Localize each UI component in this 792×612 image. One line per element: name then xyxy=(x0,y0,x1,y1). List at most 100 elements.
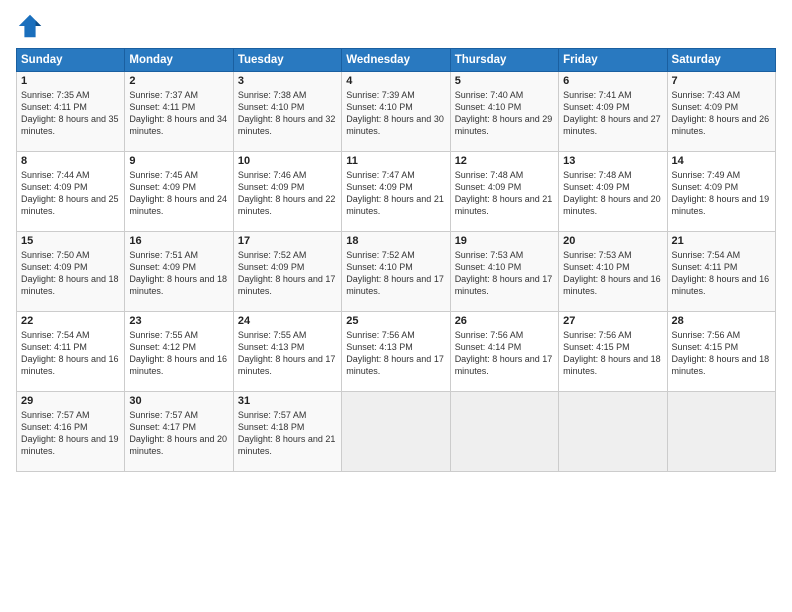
day-cell: 4 Sunrise: 7:39 AMSunset: 4:10 PMDayligh… xyxy=(342,72,450,152)
day-cell: 6 Sunrise: 7:41 AMSunset: 4:09 PMDayligh… xyxy=(559,72,667,152)
day-number: 24 xyxy=(238,315,337,327)
day-number: 14 xyxy=(672,155,771,167)
day-cell: 30 Sunrise: 7:57 AMSunset: 4:17 PMDaylig… xyxy=(125,392,233,472)
day-number: 4 xyxy=(346,75,445,87)
day-cell: 19 Sunrise: 7:53 AMSunset: 4:10 PMDaylig… xyxy=(450,232,558,312)
day-cell: 20 Sunrise: 7:53 AMSunset: 4:10 PMDaylig… xyxy=(559,232,667,312)
day-info: Sunrise: 7:39 AMSunset: 4:10 PMDaylight:… xyxy=(346,90,444,136)
day-cell: 16 Sunrise: 7:51 AMSunset: 4:09 PMDaylig… xyxy=(125,232,233,312)
day-number: 5 xyxy=(455,75,554,87)
day-number: 21 xyxy=(672,235,771,247)
day-cell: 1 Sunrise: 7:35 AMSunset: 4:11 PMDayligh… xyxy=(17,72,125,152)
day-number: 25 xyxy=(346,315,445,327)
day-info: Sunrise: 7:48 AMSunset: 4:09 PMDaylight:… xyxy=(455,170,553,216)
day-number: 13 xyxy=(563,155,662,167)
day-info: Sunrise: 7:56 AMSunset: 4:13 PMDaylight:… xyxy=(346,330,444,376)
day-info: Sunrise: 7:56 AMSunset: 4:15 PMDaylight:… xyxy=(563,330,661,376)
day-info: Sunrise: 7:56 AMSunset: 4:15 PMDaylight:… xyxy=(672,330,770,376)
day-number: 6 xyxy=(563,75,662,87)
day-info: Sunrise: 7:50 AMSunset: 4:09 PMDaylight:… xyxy=(21,250,119,296)
day-number: 19 xyxy=(455,235,554,247)
logo-icon xyxy=(16,12,44,40)
day-number: 22 xyxy=(21,315,120,327)
day-cell: 9 Sunrise: 7:45 AMSunset: 4:09 PMDayligh… xyxy=(125,152,233,232)
day-number: 10 xyxy=(238,155,337,167)
day-info: Sunrise: 7:53 AMSunset: 4:10 PMDaylight:… xyxy=(455,250,553,296)
day-info: Sunrise: 7:57 AMSunset: 4:18 PMDaylight:… xyxy=(238,410,336,456)
day-info: Sunrise: 7:43 AMSunset: 4:09 PMDaylight:… xyxy=(672,90,770,136)
week-row-2: 8 Sunrise: 7:44 AMSunset: 4:09 PMDayligh… xyxy=(17,152,776,232)
day-info: Sunrise: 7:47 AMSunset: 4:09 PMDaylight:… xyxy=(346,170,444,216)
header-row: SundayMondayTuesdayWednesdayThursdayFrid… xyxy=(17,49,776,72)
day-info: Sunrise: 7:38 AMSunset: 4:10 PMDaylight:… xyxy=(238,90,336,136)
day-number: 7 xyxy=(672,75,771,87)
day-cell: 10 Sunrise: 7:46 AMSunset: 4:09 PMDaylig… xyxy=(233,152,341,232)
header-cell-thursday: Thursday xyxy=(450,49,558,72)
day-cell: 29 Sunrise: 7:57 AMSunset: 4:16 PMDaylig… xyxy=(17,392,125,472)
day-number: 28 xyxy=(672,315,771,327)
day-number: 12 xyxy=(455,155,554,167)
day-cell: 25 Sunrise: 7:56 AMSunset: 4:13 PMDaylig… xyxy=(342,312,450,392)
header-cell-wednesday: Wednesday xyxy=(342,49,450,72)
day-info: Sunrise: 7:40 AMSunset: 4:10 PMDaylight:… xyxy=(455,90,553,136)
day-cell: 13 Sunrise: 7:48 AMSunset: 4:09 PMDaylig… xyxy=(559,152,667,232)
day-number: 15 xyxy=(21,235,120,247)
week-row-5: 29 Sunrise: 7:57 AMSunset: 4:16 PMDaylig… xyxy=(17,392,776,472)
header-cell-friday: Friday xyxy=(559,49,667,72)
day-number: 26 xyxy=(455,315,554,327)
day-cell: 21 Sunrise: 7:54 AMSunset: 4:11 PMDaylig… xyxy=(667,232,775,312)
day-info: Sunrise: 7:52 AMSunset: 4:09 PMDaylight:… xyxy=(238,250,336,296)
week-row-1: 1 Sunrise: 7:35 AMSunset: 4:11 PMDayligh… xyxy=(17,72,776,152)
day-number: 11 xyxy=(346,155,445,167)
day-cell: 5 Sunrise: 7:40 AMSunset: 4:10 PMDayligh… xyxy=(450,72,558,152)
header-cell-monday: Monday xyxy=(125,49,233,72)
day-cell: 27 Sunrise: 7:56 AMSunset: 4:15 PMDaylig… xyxy=(559,312,667,392)
day-info: Sunrise: 7:56 AMSunset: 4:14 PMDaylight:… xyxy=(455,330,553,376)
day-info: Sunrise: 7:53 AMSunset: 4:10 PMDaylight:… xyxy=(563,250,661,296)
day-cell: 17 Sunrise: 7:52 AMSunset: 4:09 PMDaylig… xyxy=(233,232,341,312)
day-number: 8 xyxy=(21,155,120,167)
day-number: 3 xyxy=(238,75,337,87)
day-cell: 8 Sunrise: 7:44 AMSunset: 4:09 PMDayligh… xyxy=(17,152,125,232)
day-cell: 22 Sunrise: 7:54 AMSunset: 4:11 PMDaylig… xyxy=(17,312,125,392)
day-number: 17 xyxy=(238,235,337,247)
logo xyxy=(16,12,48,40)
day-cell: 24 Sunrise: 7:55 AMSunset: 4:13 PMDaylig… xyxy=(233,312,341,392)
day-number: 23 xyxy=(129,315,228,327)
day-number: 29 xyxy=(21,395,120,407)
day-info: Sunrise: 7:37 AMSunset: 4:11 PMDaylight:… xyxy=(129,90,227,136)
day-info: Sunrise: 7:57 AMSunset: 4:17 PMDaylight:… xyxy=(129,410,227,456)
page: SundayMondayTuesdayWednesdayThursdayFrid… xyxy=(0,0,792,612)
header-cell-tuesday: Tuesday xyxy=(233,49,341,72)
day-number: 2 xyxy=(129,75,228,87)
day-cell xyxy=(450,392,558,472)
day-number: 18 xyxy=(346,235,445,247)
day-cell: 31 Sunrise: 7:57 AMSunset: 4:18 PMDaylig… xyxy=(233,392,341,472)
day-cell: 15 Sunrise: 7:50 AMSunset: 4:09 PMDaylig… xyxy=(17,232,125,312)
day-info: Sunrise: 7:41 AMSunset: 4:09 PMDaylight:… xyxy=(563,90,661,136)
day-number: 31 xyxy=(238,395,337,407)
header-cell-sunday: Sunday xyxy=(17,49,125,72)
day-number: 30 xyxy=(129,395,228,407)
day-info: Sunrise: 7:54 AMSunset: 4:11 PMDaylight:… xyxy=(672,250,770,296)
day-cell: 12 Sunrise: 7:48 AMSunset: 4:09 PMDaylig… xyxy=(450,152,558,232)
calendar-body: 1 Sunrise: 7:35 AMSunset: 4:11 PMDayligh… xyxy=(17,72,776,472)
day-info: Sunrise: 7:54 AMSunset: 4:11 PMDaylight:… xyxy=(21,330,119,376)
day-cell: 7 Sunrise: 7:43 AMSunset: 4:09 PMDayligh… xyxy=(667,72,775,152)
day-cell: 11 Sunrise: 7:47 AMSunset: 4:09 PMDaylig… xyxy=(342,152,450,232)
calendar-header: SundayMondayTuesdayWednesdayThursdayFrid… xyxy=(17,49,776,72)
day-cell: 14 Sunrise: 7:49 AMSunset: 4:09 PMDaylig… xyxy=(667,152,775,232)
week-row-3: 15 Sunrise: 7:50 AMSunset: 4:09 PMDaylig… xyxy=(17,232,776,312)
day-number: 1 xyxy=(21,75,120,87)
day-cell xyxy=(559,392,667,472)
day-number: 9 xyxy=(129,155,228,167)
day-info: Sunrise: 7:57 AMSunset: 4:16 PMDaylight:… xyxy=(21,410,119,456)
week-row-4: 22 Sunrise: 7:54 AMSunset: 4:11 PMDaylig… xyxy=(17,312,776,392)
day-info: Sunrise: 7:51 AMSunset: 4:09 PMDaylight:… xyxy=(129,250,227,296)
day-cell: 23 Sunrise: 7:55 AMSunset: 4:12 PMDaylig… xyxy=(125,312,233,392)
header xyxy=(16,12,776,40)
day-number: 16 xyxy=(129,235,228,247)
day-cell: 26 Sunrise: 7:56 AMSunset: 4:14 PMDaylig… xyxy=(450,312,558,392)
day-info: Sunrise: 7:55 AMSunset: 4:13 PMDaylight:… xyxy=(238,330,336,376)
day-cell: 18 Sunrise: 7:52 AMSunset: 4:10 PMDaylig… xyxy=(342,232,450,312)
